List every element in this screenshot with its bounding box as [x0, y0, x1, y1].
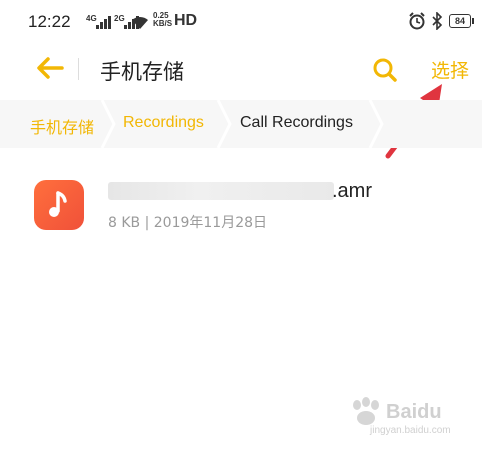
network-speed: 0.25 KB/S: [153, 11, 173, 28]
breadcrumb-item-phone-storage[interactable]: 手机存储: [30, 114, 94, 138]
clock: 12:22: [28, 12, 71, 31]
file-name-extension: .amr: [332, 180, 372, 202]
audio-file-icon: [34, 180, 84, 230]
breadcrumb-chevron-icon: [216, 100, 232, 148]
sim1-signal-icon: [96, 15, 111, 29]
file-meta: 8 KB | 2019年11月28日: [108, 215, 268, 231]
breadcrumb-chevron-icon: [100, 100, 116, 148]
breadcrumb-item-call-recordings: Call Recordings: [240, 114, 353, 131]
baidu-paw-logo-icon: [353, 397, 379, 425]
back-arrow-icon[interactable]: [36, 56, 64, 80]
music-note-icon: [49, 191, 67, 217]
hd-voice-indicator: HD: [174, 12, 198, 29]
select-button[interactable]: 选择: [431, 56, 469, 83]
wifi-icon: [132, 16, 148, 29]
battery-indicator: 84: [449, 14, 474, 28]
bluetooth-icon: [432, 12, 443, 30]
header-divider: [78, 58, 79, 80]
breadcrumb-item-recordings[interactable]: Recordings: [123, 114, 204, 132]
alarm-icon: [409, 12, 425, 30]
page-title: 手机存储: [100, 60, 184, 84]
watermark: Baidu jingyan.baidu.com: [340, 395, 470, 440]
file-name-redacted: [108, 182, 334, 200]
status-bar: 12:22 4G 2G 0.25 KB/S HD 84: [0, 0, 482, 40]
breadcrumb-chevron-icon: [368, 100, 384, 148]
